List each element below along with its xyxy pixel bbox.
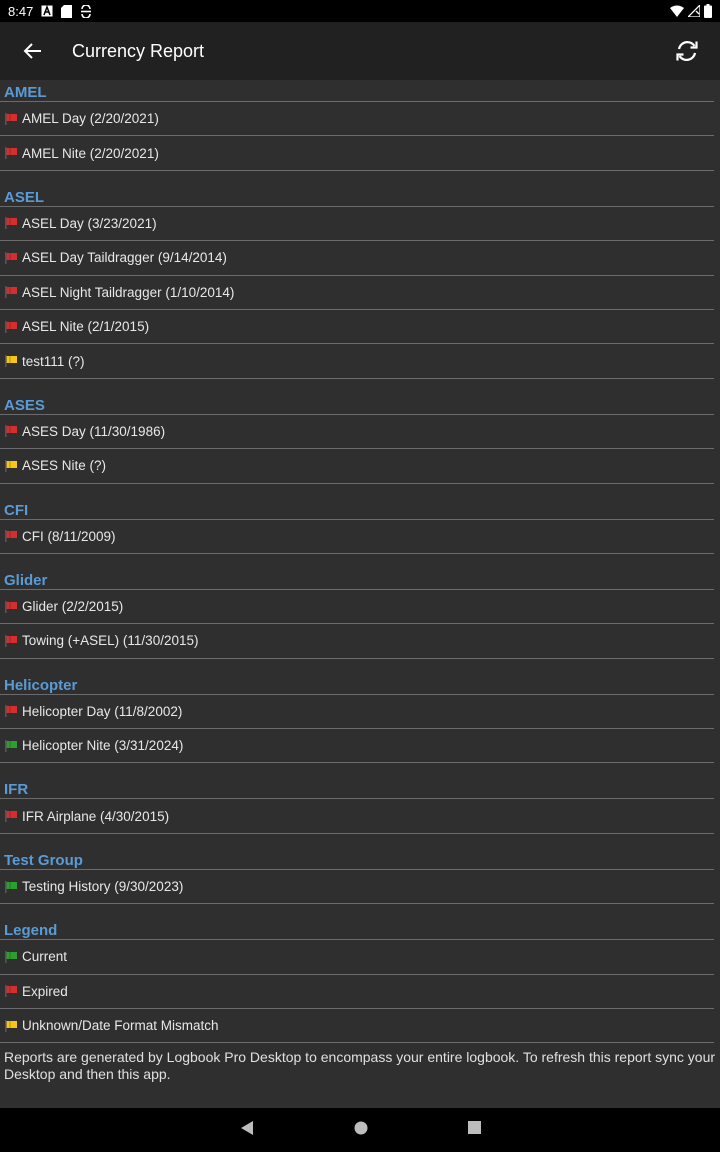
list-item-label: ASES Nite (?) [22,458,107,474]
status-time: 8:47 [8,3,34,19]
list-item-label: ASES Day (11/30/1986) [22,423,166,439]
red-flag-icon [4,112,18,125]
app-bar: Currency Report [0,22,720,80]
list-item-label: CFI (8/11/2009) [22,528,116,544]
status-bar: 8:47 [0,0,720,22]
triangle-back-icon [240,1120,253,1135]
list-item[interactable]: CFI (8/11/2009) [0,520,714,554]
green-flag-icon [4,880,18,893]
list-item-label: Helicopter Day (11/8/2002) [22,703,183,719]
wifi-icon [670,5,684,17]
list-item[interactable]: ASEL Day (3/23/2021) [0,207,714,242]
red-flag-icon [4,320,18,333]
list-item-label: Expired [22,983,68,999]
red-flag-icon [4,810,18,823]
red-flag-icon [4,530,18,543]
list-item[interactable]: Helicopter Day (11/8/2002) [0,695,714,730]
list-item-label: Glider (2/2/2015) [22,599,124,615]
navigation-bar [0,1108,720,1152]
signal-icon [688,5,700,17]
sd-card-icon [61,4,73,18]
list-item-label: ASEL Night Taildragger (1/10/2014) [22,284,235,300]
page-title: Currency Report [72,40,205,61]
footer-note: Reports are generated by Logbook Pro Des… [4,1049,716,1083]
nav-home-button[interactable] [354,1121,368,1140]
arrow-left-icon [23,43,41,59]
list-item[interactable]: Glider (2/2/2015) [0,590,714,625]
list-item[interactable]: test111 (?) [0,344,714,379]
square-recents-icon [467,1121,481,1134]
group-header: Helicopter [0,673,714,695]
list-item-label: Towing (+ASEL) (11/30/2015) [22,633,199,649]
red-flag-icon [4,425,18,438]
list-item[interactable]: Testing History (9/30/2023) [0,870,714,905]
list-item[interactable]: ASEL Night Taildragger (1/10/2014) [0,276,714,310]
group-header: Test Group [0,848,714,870]
a-notification-icon [41,5,53,17]
list-item-label: Unknown/Date Format Mismatch [22,1018,219,1034]
list-item-label: ASEL Day Taildragger (9/14/2014) [22,250,227,266]
list-item-label: AMEL Nite (2/20/2021) [22,145,159,161]
red-flag-icon [4,147,18,160]
green-flag-icon [4,950,18,963]
list-item-label: ASEL Day (3/23/2021) [22,215,157,231]
list-item-label: AMEL Day (2/20/2021) [22,111,159,127]
nav-recents-button[interactable] [467,1121,481,1139]
red-flag-icon [4,985,18,998]
red-flag-icon [4,251,18,264]
list-item[interactable]: Towing (+ASEL) (11/30/2015) [0,624,714,659]
sync-status-icon [80,4,92,18]
list-item[interactable]: Current [0,940,714,975]
list-item[interactable]: ASES Nite (?) [0,449,714,484]
list-item-label: Testing History (9/30/2023) [22,879,184,895]
back-button[interactable] [18,36,48,66]
red-flag-icon [4,217,18,230]
list-item[interactable]: AMEL Day (2/20/2021) [0,102,714,137]
group-header: IFR [0,777,714,800]
group-header: ASES [0,393,714,415]
list-item[interactable]: Unknown/Date Format Mismatch [0,1009,714,1044]
list-item[interactable]: IFR Airplane (4/30/2015) [0,799,714,834]
group-header: CFI [0,498,714,520]
green-flag-icon [4,739,18,752]
group-header: Glider [0,568,714,590]
group-header: Legend [0,918,714,941]
list-item-label: Helicopter Nite (3/31/2024) [22,738,184,754]
report-list[interactable]: AMEL AMEL Day (2/20/2021) AMEL Nite (2/20/… [0,80,720,1108]
red-flag-icon [4,634,18,647]
list-item-label: Current [22,949,68,965]
group-header: ASEL [0,185,714,207]
group-header: AMEL [0,80,714,102]
yellow-flag-icon [4,459,18,472]
yellow-flag-icon [4,1019,18,1032]
list-item[interactable]: ASEL Nite (2/1/2015) [0,310,714,345]
list-item[interactable]: AMEL Nite (2/20/2021) [0,136,714,171]
refresh-button[interactable] [672,36,702,66]
list-item-label: IFR Airplane (4/30/2015) [22,808,170,824]
circle-home-icon [354,1121,367,1134]
red-flag-icon [4,286,18,299]
yellow-flag-icon [4,355,18,368]
list-item[interactable]: ASES Day (11/30/1986) [0,415,714,450]
sync-icon [676,41,698,61]
red-flag-icon [4,600,18,613]
nav-back-button[interactable] [240,1120,254,1141]
battery-icon [704,4,712,18]
list-item-label: test111 (?) [22,353,85,369]
list-item-label: ASEL Nite (2/1/2015) [22,319,150,335]
red-flag-icon [4,705,18,718]
list-item[interactable]: ASEL Day Taildragger (9/14/2014) [0,241,714,276]
list-item[interactable]: Helicopter Nite (3/31/2024) [0,729,714,764]
list-item[interactable]: Expired [0,975,714,1010]
